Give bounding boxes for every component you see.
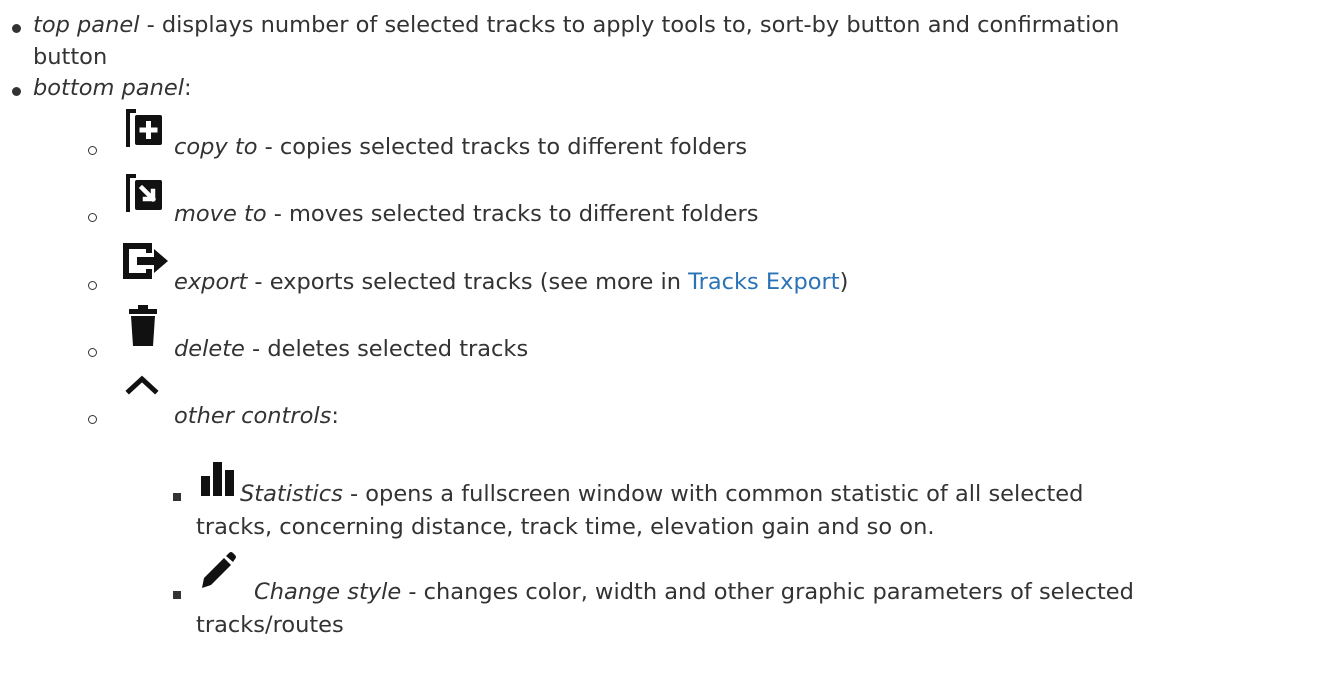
bullet <box>173 591 181 599</box>
list-item-delete: delete - deletes selected tracks <box>174 336 529 362</box>
pencil-icon <box>198 548 238 592</box>
export-icon <box>120 235 174 283</box>
term-export: export <box>174 269 248 295</box>
desc-top-panel-cont: button <box>33 44 108 70</box>
chevron-up-icon <box>123 373 161 397</box>
bullet <box>88 348 97 357</box>
term-statistics: Statistics <box>240 481 343 507</box>
trash-icon <box>125 303 161 349</box>
desc-change-style-cont: tracks/routes <box>196 612 344 638</box>
term-bottom-panel: bottom panel <box>33 75 184 101</box>
bullet <box>173 493 181 501</box>
bullet <box>12 87 21 96</box>
copy-plus-icon <box>122 103 164 151</box>
list-item-other-controls: other controls: <box>174 403 339 429</box>
list-item-bottom-panel: bottom panel: <box>33 75 192 101</box>
term-move-to: move to <box>174 201 267 227</box>
term-delete: delete <box>174 336 245 362</box>
desc-statistics-cont: tracks, concerning distance, track time,… <box>196 514 935 540</box>
list-item-statistics: Statistics - opens a fullscreen window w… <box>240 481 1084 507</box>
bullet <box>88 213 97 222</box>
list-item-export: export - exports selected tracks (see mo… <box>174 269 849 295</box>
bullet <box>12 24 21 33</box>
term-other-controls: other controls <box>174 403 332 429</box>
term-copy-to: copy to <box>174 134 258 160</box>
list-item-copy-to: copy to - copies selected tracks to diff… <box>174 134 748 160</box>
move-to-icon <box>122 168 164 216</box>
term-top-panel: top panel <box>33 12 140 38</box>
tracks-export-link[interactable]: Tracks Export <box>688 269 839 295</box>
list-item-change-style: Change style - changes color, width and … <box>254 579 1134 605</box>
bullet <box>88 281 97 290</box>
list-item-top-panel: top panel - displays number of selected … <box>33 12 1119 38</box>
bullet <box>88 146 97 155</box>
desc-top-panel: - displays number of selected tracks to … <box>139 12 1120 38</box>
bar-chart-icon <box>198 458 238 498</box>
bullet <box>88 415 97 424</box>
list-item-move-to: move to - moves selected tracks to diffe… <box>174 201 759 227</box>
term-change-style: Change style <box>254 579 402 605</box>
